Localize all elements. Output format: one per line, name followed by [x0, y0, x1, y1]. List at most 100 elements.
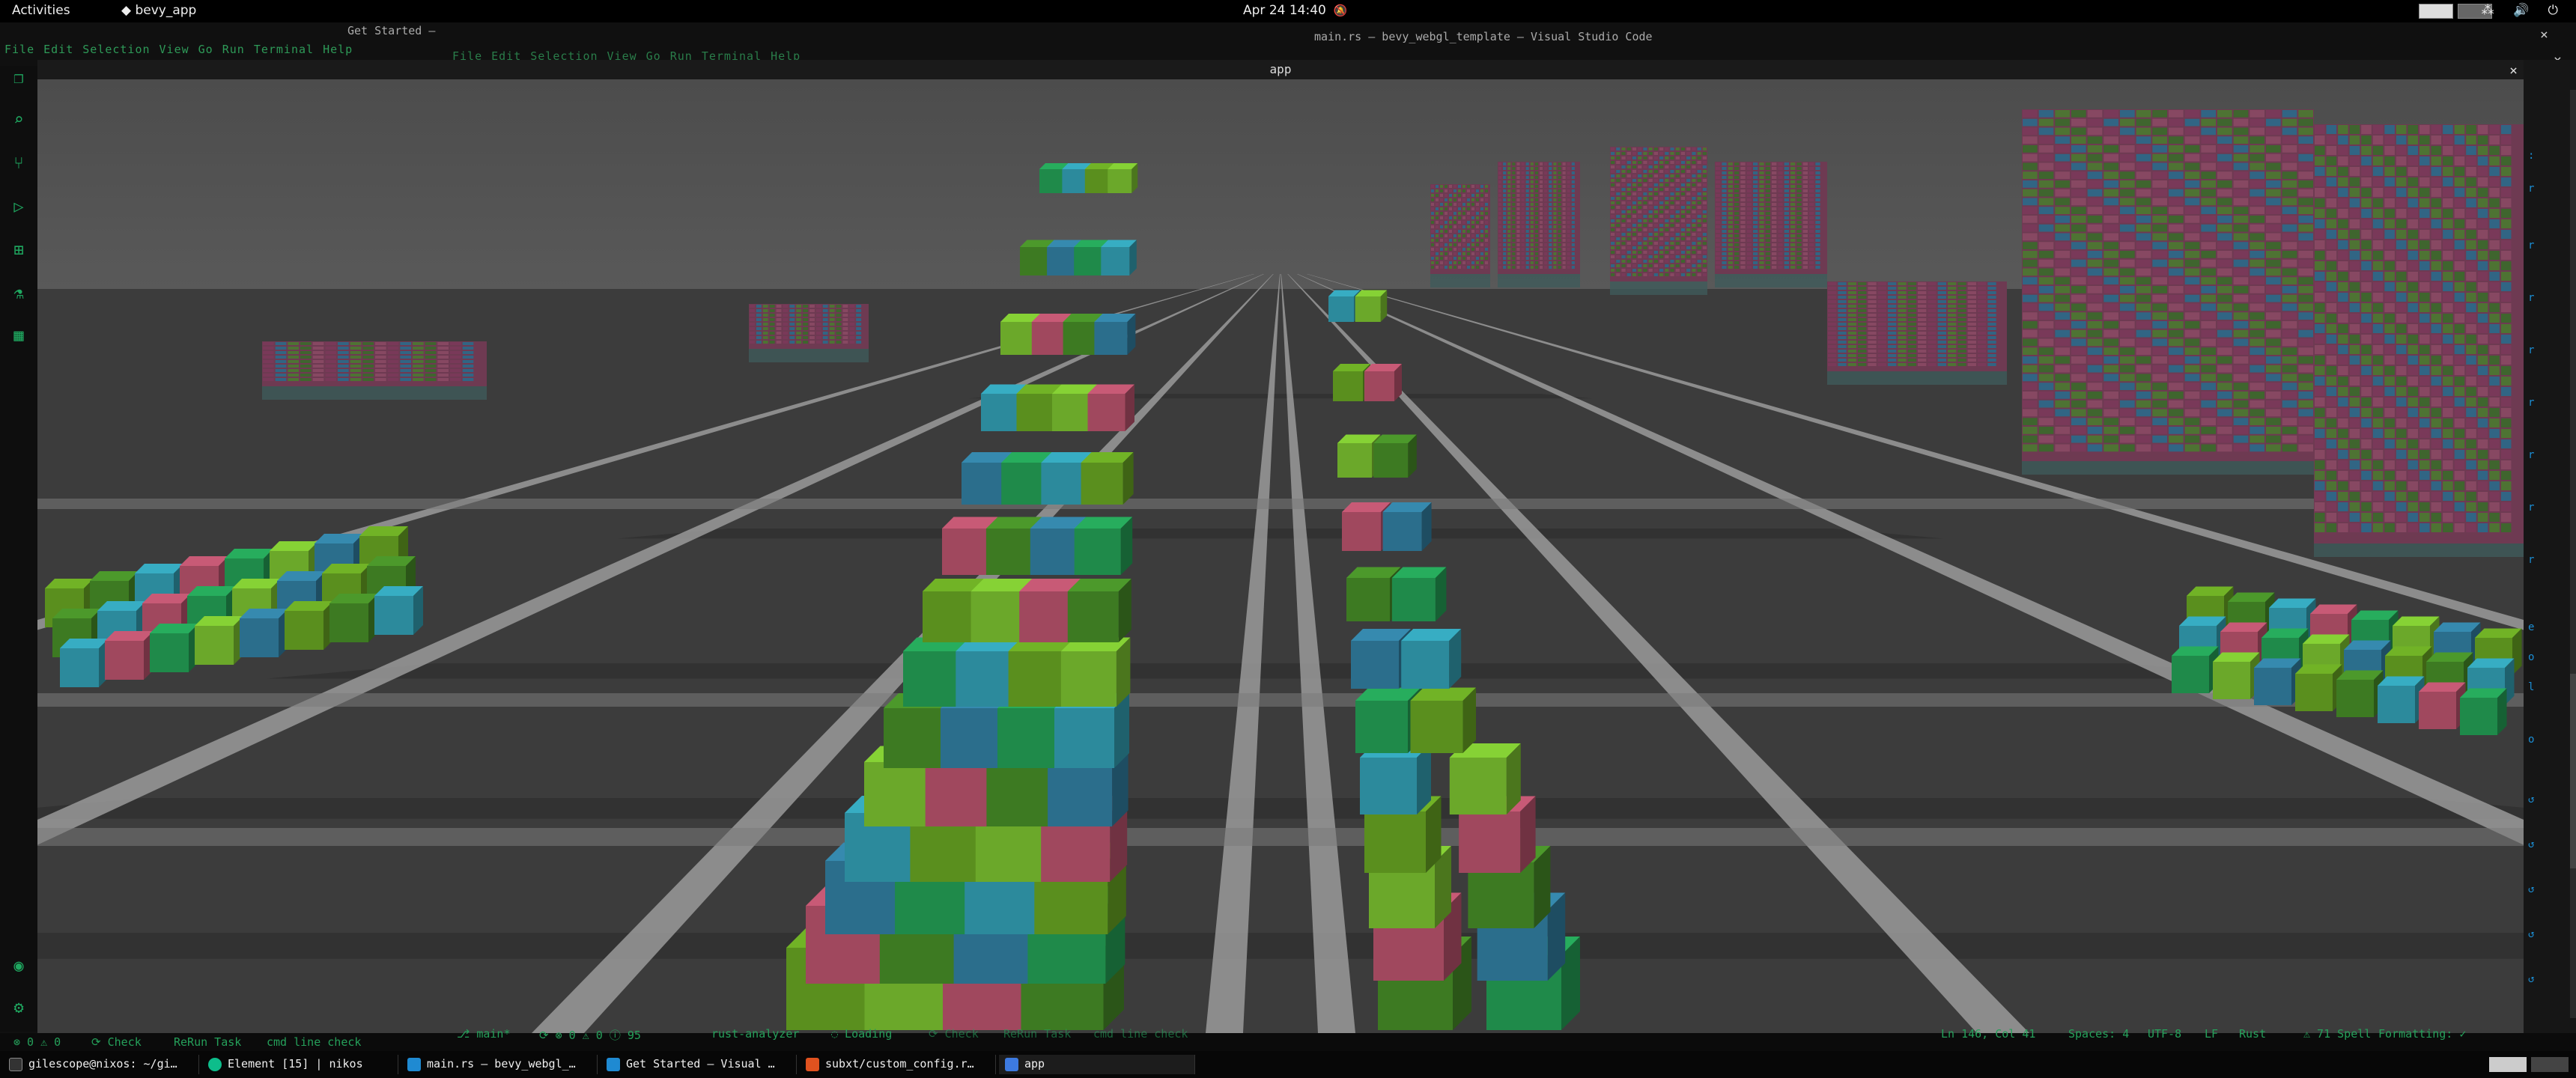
cursor-position[interactable]: Ln 146, Col 41	[1941, 1027, 2035, 1041]
settings-gear-icon[interactable]: ⚙	[9, 999, 28, 1018]
explorer-icon[interactable]: ❐	[9, 69, 28, 88]
rust-analyzer-status[interactable]: rust-analyzer	[711, 1027, 799, 1041]
vscode-icon	[607, 1058, 620, 1071]
task-app[interactable]: app	[999, 1055, 1195, 1074]
tall-building	[2314, 124, 2524, 557]
menu-edit[interactable]: Edit	[43, 43, 73, 56]
extensions-icon[interactable]: ⊞	[9, 241, 28, 261]
scrollbar-track[interactable]	[2570, 90, 2576, 1018]
code-fragment: ↺	[2528, 928, 2535, 940]
task-label: main.rs — bevy_webgl_…	[427, 1057, 576, 1071]
source-control-icon[interactable]: ⑂	[9, 154, 28, 174]
encoding[interactable]: UTF-8	[2148, 1027, 2181, 1041]
task-label: app	[1024, 1057, 1045, 1071]
cube	[1081, 452, 1134, 505]
cube	[2295, 664, 2342, 711]
loading-status: ◌ Loading	[831, 1027, 893, 1041]
task-element[interactable]: Element [15] | nikos	[202, 1055, 398, 1074]
clock[interactable]: Apr 24 14:40 🔕	[1243, 3, 1348, 18]
remote-icon[interactable]: ▦	[9, 326, 28, 346]
testing-icon[interactable]: ⚗	[9, 284, 28, 304]
cube	[1360, 743, 1431, 814]
ground-plot	[267, 663, 2294, 679]
cmdline-check[interactable]: cmd line check	[267, 1035, 361, 1049]
code-fragment: o	[2528, 734, 2535, 746]
activities-button[interactable]: Activities	[12, 3, 70, 18]
task-vscode-main[interactable]: main.rs — bevy_webgl_…	[401, 1055, 598, 1074]
ground-plot	[617, 529, 1944, 539]
menu-file[interactable]: File	[4, 43, 34, 56]
ground-plot	[37, 798, 2524, 819]
git-branch[interactable]: ⎇ main*	[457, 1027, 510, 1041]
cube	[1364, 364, 1402, 401]
cube	[1067, 579, 1131, 642]
cube	[329, 594, 378, 642]
app-title-bar[interactable]: app ×	[37, 60, 2524, 79]
line-ending[interactable]: LF	[2205, 1027, 2218, 1041]
cube	[1108, 163, 1138, 193]
code-fragment: l	[2528, 681, 2535, 693]
cube	[1410, 687, 1476, 753]
code-fragment: r	[2528, 240, 2535, 252]
code-fragment: o	[2528, 651, 2535, 663]
sync-status[interactable]: ⟳ ⊗ 0 ⚠ 0 ⓘ 95	[539, 1027, 641, 1043]
cube	[285, 601, 333, 650]
menu-view[interactable]: View	[160, 43, 189, 56]
spell-status[interactable]: ⚠ 71 Spell	[2303, 1027, 2371, 1041]
menu-selection[interactable]: Selection	[82, 43, 150, 56]
search-icon[interactable]: ⌕	[9, 111, 28, 130]
check-task-2[interactable]: ⟳ Check	[929, 1027, 979, 1041]
task-label: subxt/custom_config.r…	[825, 1057, 974, 1071]
problems-indicator[interactable]: ⊗ 0 ⚠ 0	[13, 1035, 61, 1049]
scrollbar-thumb[interactable]	[2570, 674, 2576, 868]
account-icon[interactable]: ◉	[9, 957, 28, 976]
activity-bar: ❐ ⌕ ⑂ ▷ ⊞ ⚗ ▦ ◉ ⚙	[0, 66, 37, 1032]
app-title: app	[1269, 62, 1292, 76]
cube	[1382, 502, 1432, 551]
brave-icon	[806, 1058, 819, 1071]
task-terminal[interactable]: gilescope@nixos: ~/gi…	[3, 1055, 199, 1074]
workspace-1[interactable]	[2419, 4, 2453, 19]
app-close-icon[interactable]: ×	[2509, 61, 2518, 81]
menu-help[interactable]: Help	[323, 43, 353, 56]
taskbar: gilescope@nixos: ~/gi… Element [15] | ni…	[0, 1051, 2576, 1078]
rerun-task[interactable]: ReRun Task	[174, 1035, 241, 1049]
code-fragment: ↺	[2528, 794, 2535, 806]
check-task[interactable]: ⟳ Check	[91, 1035, 142, 1049]
cube	[2336, 670, 2384, 717]
run-debug-icon[interactable]: ▷	[9, 198, 28, 217]
low-building	[749, 304, 869, 362]
indentation[interactable]: Spaces: 4	[2068, 1027, 2129, 1041]
building	[1498, 162, 1580, 287]
task-vscode-get-started[interactable]: Get Started — Visual …	[601, 1055, 797, 1074]
cube	[2172, 646, 2219, 693]
task-brave[interactable]: subxt/custom_config.r…	[800, 1055, 996, 1074]
3d-city-scene[interactable]	[37, 79, 2524, 1033]
window-title: main.rs — bevy_webgl_template — Visual S…	[1314, 30, 1653, 43]
menu-run[interactable]: Run	[222, 43, 245, 56]
system-tray[interactable]: ⁂ 🔊 ⏻	[2482, 3, 2566, 18]
menu-go[interactable]: Go	[198, 43, 213, 56]
cube	[374, 586, 423, 635]
workspace-switcher-2[interactable]	[2531, 1057, 2569, 1072]
gnome-top-bar: Activities ◆ bevy_app Apr 24 14:40 🔕 ⁂ 🔊 …	[0, 0, 2576, 22]
cube	[2419, 682, 2466, 729]
menu-terminal[interactable]: Terminal	[254, 43, 314, 56]
task-label: Element [15] | nikos	[228, 1057, 363, 1071]
formatting-status[interactable]: Formatting: ✓	[2378, 1027, 2466, 1041]
vscode-close-icon[interactable]: ×	[2540, 27, 2548, 43]
tall-building	[2022, 109, 2314, 475]
cube	[195, 616, 243, 665]
cross-street	[37, 828, 2524, 846]
workspace-switcher-1[interactable]	[2489, 1057, 2527, 1072]
bevy-app-window[interactable]: app ×	[37, 60, 2524, 1033]
cube	[2460, 688, 2507, 735]
notifications-off-icon: 🔕	[1333, 4, 1348, 17]
app-menu[interactable]: ◆ bevy_app	[121, 3, 196, 18]
editor-right-edge: : r r r r r r r r e o l o ↺ ↺ ↺ ↺ ↺	[2524, 60, 2576, 1033]
cmdline-check-2[interactable]: cmd line check	[1093, 1027, 1188, 1041]
app-icon	[1005, 1058, 1018, 1071]
low-building	[262, 341, 487, 400]
rerun-task-2[interactable]: ReRun Task	[1003, 1027, 1071, 1041]
language-mode[interactable]: Rust	[2239, 1027, 2266, 1041]
